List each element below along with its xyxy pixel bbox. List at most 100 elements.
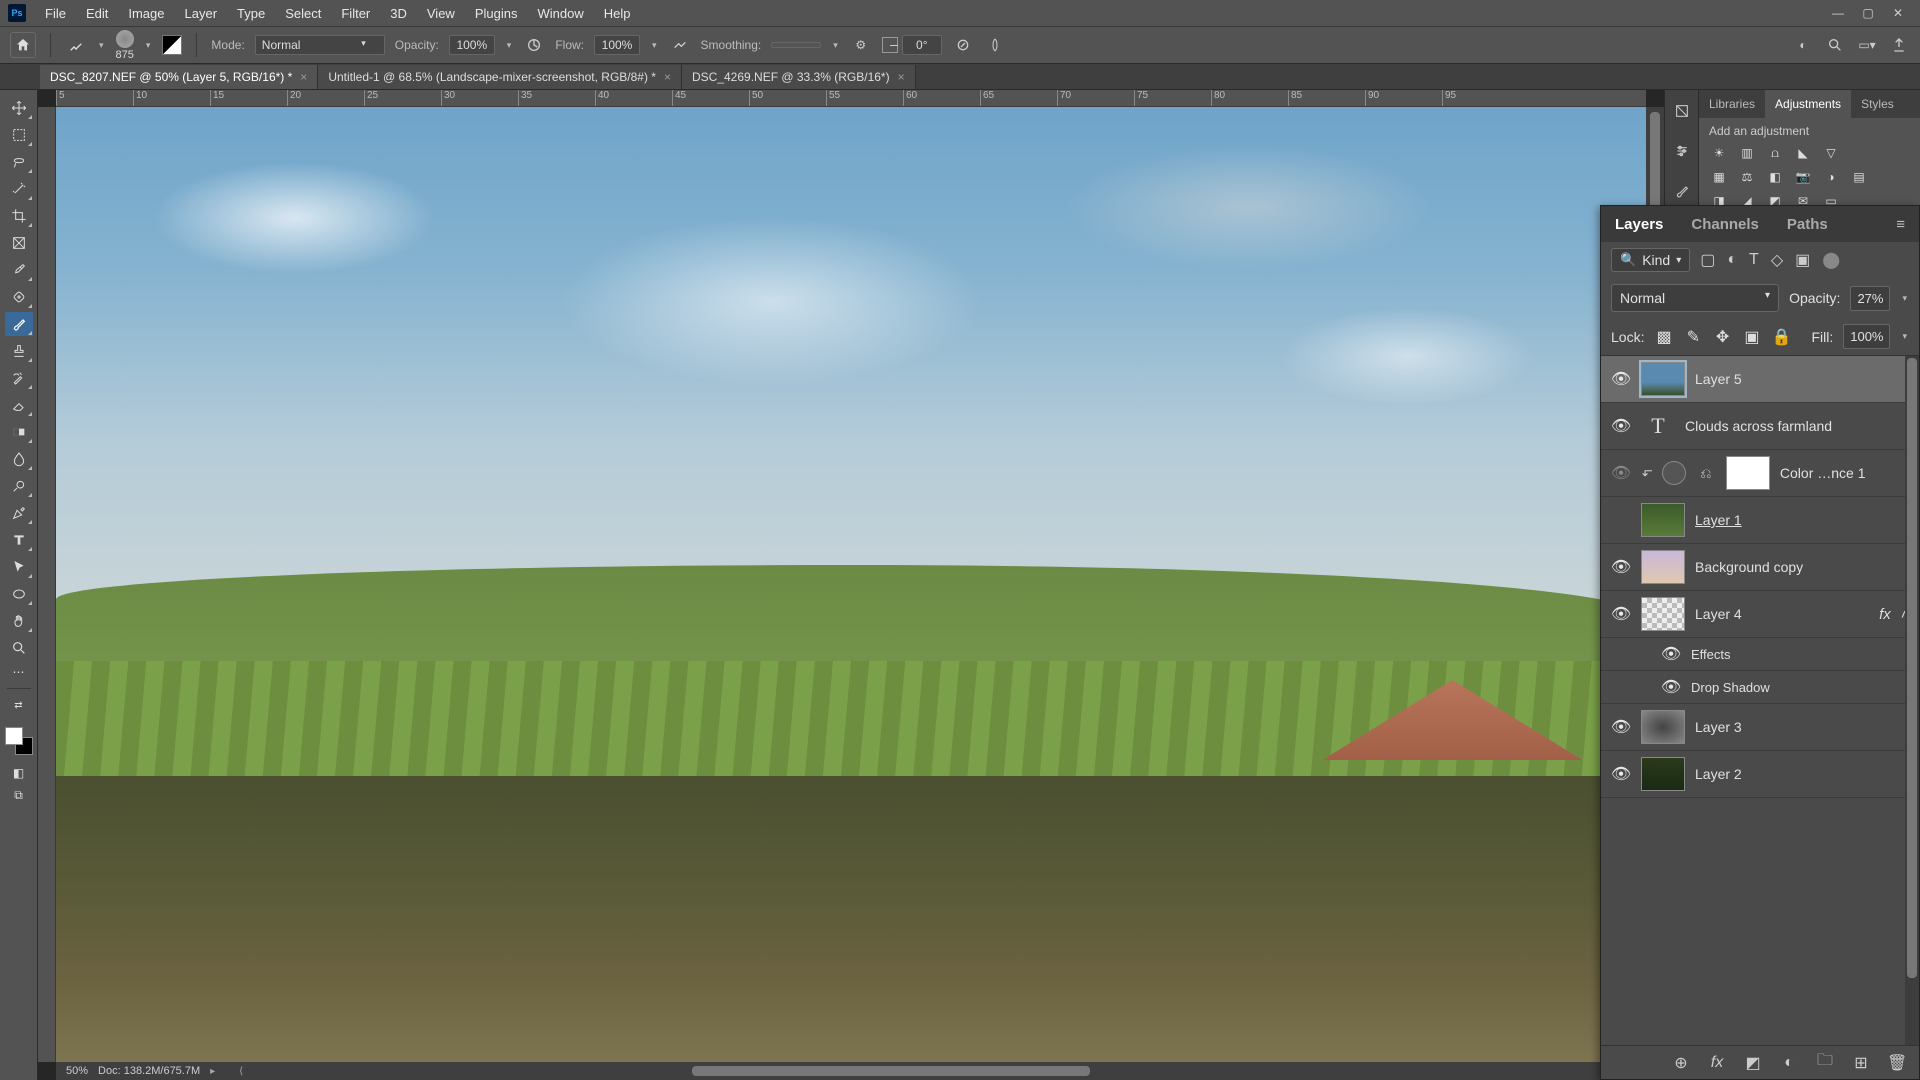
layer-opacity-input[interactable]: 27% [1850,286,1890,311]
brush-angle[interactable]: 0° [882,35,942,55]
lock-transparency-icon[interactable]: ▩ [1654,327,1673,347]
smoothing-arrow[interactable]: ▾ [831,38,840,53]
adj-balance-icon[interactable]: ⚖ [1737,168,1757,186]
layer-name[interactable]: Color …nce 1 [1780,465,1909,481]
shape-tool[interactable] [5,582,33,606]
layer-name[interactable]: Layer 4 [1695,606,1869,622]
blend-mode-select[interactable]: Normal ▾ [255,35,385,55]
visibility-icon[interactable]: 👁 [1611,717,1631,737]
marquee-tool[interactable] [5,123,33,147]
lasso-tool[interactable] [5,150,33,174]
visibility-icon[interactable]: 👁 [1661,644,1681,664]
tab-styles[interactable]: Styles [1851,90,1904,118]
adj-lookup-icon[interactable]: ▤ [1849,168,1869,186]
filter-pixel-icon[interactable]: ▢ [1700,250,1715,270]
filter-type-icon[interactable]: T [1749,251,1759,269]
tool-preset-arrow[interactable]: ▾ [97,38,106,53]
layer-row[interactable]: Layer 1 [1601,497,1919,544]
adj-hsl-icon[interactable]: ▦ [1709,168,1729,186]
share-icon[interactable] [1888,34,1910,56]
menu-help[interactable]: Help [595,2,640,25]
adj-curves-icon[interactable]: ⩍ [1765,144,1785,162]
eyedropper-tool[interactable] [5,258,33,282]
pressure-opacity-icon[interactable] [523,34,545,56]
smoothing-input[interactable] [771,42,821,48]
layer-name[interactable]: Layer 5 [1695,371,1909,387]
tab-adjustments[interactable]: Adjustments [1765,90,1851,118]
hand-tool[interactable] [5,609,33,633]
panel-icon-properties[interactable] [1671,140,1693,162]
cloud-docs-icon[interactable]: ◐ [1792,34,1814,56]
menu-3d[interactable]: 3D [381,2,416,25]
canvas-scrollbar-horizontal[interactable] [692,1066,1090,1076]
brush-preset-picker[interactable]: 875 [116,30,134,61]
filter-shape-icon[interactable]: ◇ [1771,250,1783,270]
tab-libraries[interactable]: Libraries [1699,90,1765,118]
symmetry-icon[interactable] [984,34,1006,56]
fill-input[interactable]: 100% [1843,324,1890,349]
layer-thumbnail[interactable] [1641,757,1685,791]
lock-pixels-icon[interactable]: ✎ [1684,327,1703,347]
canvas[interactable] [56,107,1646,1062]
flow-input[interactable]: 100% [594,35,640,55]
brush-settings-toggle[interactable] [162,35,182,55]
status-arrow-icon[interactable]: ▸ [210,1066,215,1077]
layer-thumbnail[interactable] [1641,362,1685,396]
layer-name[interactable]: Layer 2 [1695,766,1909,782]
layer-name[interactable]: Layer 1 [1695,512,1909,528]
tab-close-icon[interactable]: × [300,70,307,84]
frame-tool[interactable] [5,231,33,255]
dodge-tool[interactable] [5,474,33,498]
adj-brightness-icon[interactable]: ☀ [1709,144,1729,162]
workspace-switcher[interactable]: ▭▾ [1856,34,1878,56]
lock-position-icon[interactable]: ✥ [1713,327,1732,347]
zoom-level[interactable]: 50% [66,1065,88,1077]
healing-tool[interactable] [5,285,33,309]
panel-icon-history[interactable] [1671,100,1693,122]
window-close-button[interactable]: ✕ [1884,3,1912,23]
layer-filter-kind[interactable]: 🔍 Kind ▾ [1611,248,1690,272]
menu-filter[interactable]: Filter [332,2,379,25]
pen-tool[interactable] [5,501,33,525]
fx-badge[interactable]: fx [1879,606,1891,623]
layer-row[interactable]: 👁 Background copy [1601,544,1919,591]
add-mask-icon[interactable]: ◩ [1743,1053,1763,1073]
new-adjustment-icon[interactable]: ◐ [1779,1054,1799,1072]
tab-close-icon[interactable]: × [898,70,905,84]
layer-row[interactable]: 👁 Layer 4 fx ˄ [1601,591,1919,638]
panel-icon-brush[interactable] [1671,180,1693,202]
menu-layer[interactable]: Layer [176,2,227,25]
search-icon[interactable] [1824,34,1846,56]
menu-select[interactable]: Select [276,2,330,25]
layer-name[interactable]: Clouds across farmland [1685,418,1909,434]
tool-preset-picker[interactable] [65,34,87,56]
status-caret-icon[interactable]: ⟨ [239,1066,243,1077]
color-swatches[interactable] [5,727,33,755]
opacity-input[interactable]: 100% [449,35,495,55]
pressure-size-icon[interactable] [952,34,974,56]
link-layers-icon[interactable]: ⊕ [1671,1053,1691,1073]
layer-blend-mode[interactable]: Normal▾ [1611,284,1779,312]
layer-mask-thumbnail[interactable] [1726,456,1770,490]
ruler-horizontal[interactable]: 5101520253035404550556065707580859095 [56,90,1646,107]
quickmask-icon[interactable]: ◧ [5,764,33,782]
stamp-tool[interactable] [5,339,33,363]
layers-scrollbar[interactable] [1905,356,1919,1045]
edit-toolbar-icon[interactable]: ⋯ [5,663,33,681]
swap-colors-icon[interactable]: ⇄ [5,696,33,714]
lock-artboard-icon[interactable]: ▣ [1742,327,1761,347]
visibility-icon[interactable]: 👁 [1611,604,1631,624]
adj-exposure-icon[interactable]: ◣ [1793,144,1813,162]
layer-name[interactable]: Layer 3 [1695,719,1909,735]
tab-close-icon[interactable]: × [664,70,671,84]
doc-size[interactable]: Doc: 138.2M/675.7M [98,1065,200,1077]
adj-levels-icon[interactable]: ▥ [1737,144,1757,162]
move-tool[interactable] [5,96,33,120]
adj-bw-icon[interactable]: ◧ [1765,168,1785,186]
opacity-arrow[interactable]: ▾ [505,38,514,53]
adj-mixer-icon[interactable]: ◑ [1821,168,1841,186]
menu-image[interactable]: Image [119,2,173,25]
adj-photo-filter-icon[interactable]: 📷 [1793,168,1813,186]
layer-fx-icon[interactable]: fx [1707,1054,1727,1072]
visibility-icon[interactable]: 👁 [1611,369,1631,389]
